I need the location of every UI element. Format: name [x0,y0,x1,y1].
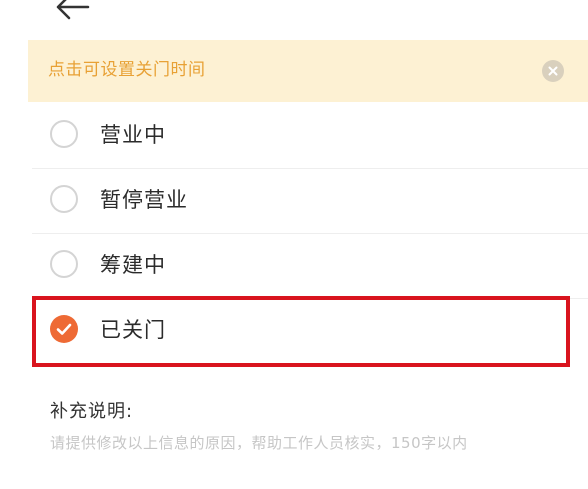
status-option-preparing[interactable]: 筹建中 [32,234,588,299]
radio-button-checked[interactable] [50,315,78,343]
option-label: 已关门 [100,318,166,342]
radio-button[interactable] [50,185,78,213]
checkmark-icon [56,323,72,335]
option-label: 营业中 [100,123,166,147]
status-option-open[interactable]: 营业中 [32,104,588,169]
radio-button[interactable] [50,120,78,148]
back-button[interactable] [48,0,98,22]
notice-banner[interactable]: 点击可设置关门时间 [28,40,588,102]
close-icon [548,66,558,76]
supplement-label: 补充说明: [50,401,134,422]
supplement-textarea[interactable] [50,432,550,482]
option-label: 暂停营业 [100,188,188,212]
status-option-list: 营业中 暂停营业 筹建中 已关门 [32,104,588,363]
page: 点击可设置关门时间 营业中 暂停营业 筹建中 已关门 补充说明: 请提供修改以上… [0,0,588,489]
notice-close-button[interactable] [542,60,564,82]
notice-text: 点击可设置关门时间 [48,60,206,80]
status-option-closed[interactable]: 已关门 [32,299,588,363]
back-arrow-icon [56,0,90,20]
status-option-paused[interactable]: 暂停营业 [32,169,588,234]
radio-button[interactable] [50,250,78,278]
option-label: 筹建中 [100,253,166,277]
